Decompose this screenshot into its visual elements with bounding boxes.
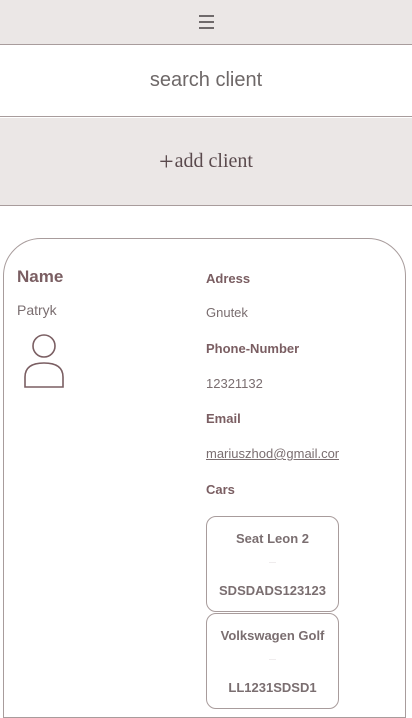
phone-value: 12321132 <box>206 376 263 391</box>
add-client-label: add client <box>174 150 253 172</box>
car-plate: LL1231SDSD1 <box>228 680 317 695</box>
car-model: Volkswagen Golf <box>220 628 325 643</box>
car-detail: ------- <box>269 560 276 564</box>
top-bar <box>0 0 412 45</box>
email-label: Email <box>206 411 241 426</box>
address-value: Gnutek <box>206 305 248 320</box>
hamburger-menu-icon[interactable] <box>198 15 214 29</box>
add-client-button[interactable]: + add client <box>0 118 412 206</box>
car-model: Seat Leon 2 <box>236 531 309 546</box>
car-plate: SDSDADS123123 <box>219 583 326 598</box>
user-icon <box>24 334 64 388</box>
email-link[interactable]: mariuszhod@gmail.com <box>206 446 339 461</box>
client-name: Patryk <box>17 302 57 318</box>
address-label: Adress <box>206 271 251 286</box>
car-card[interactable]: Volkswagen Golf ------- LL1231SDSD1 <box>206 613 339 709</box>
car-card[interactable]: Seat Leon 2 ------- SDSDADS123123 <box>206 516 339 612</box>
client-card: Name Patryk Adress Gnutek Phone-Number 1… <box>3 238 406 718</box>
car-detail: ------- <box>269 657 276 661</box>
plus-icon: + <box>159 146 174 176</box>
search-client-input[interactable] <box>0 45 412 117</box>
phone-label: Phone-Number <box>206 341 300 356</box>
cars-label: Cars <box>206 482 235 497</box>
name-label: Name <box>17 267 64 286</box>
